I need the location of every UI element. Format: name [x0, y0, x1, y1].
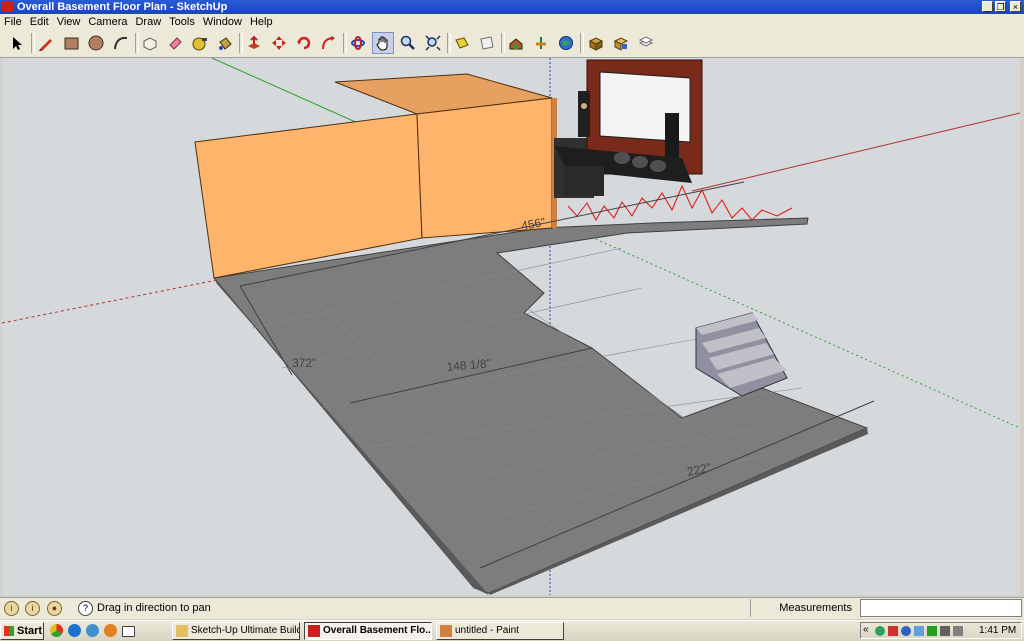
- seat-riser: [564, 166, 604, 196]
- rotate-icon[interactable]: [293, 32, 315, 54]
- user-icon[interactable]: ●: [47, 601, 62, 616]
- ie-icon[interactable]: [68, 624, 81, 637]
- share-model-icon[interactable]: [476, 32, 498, 54]
- main-toolbar: [0, 30, 1024, 58]
- drawing-canvas[interactable]: 456" 372" 148 1/8" 222": [2, 58, 1020, 595]
- circle-icon[interactable]: [85, 32, 107, 54]
- system-tray: « 1:41 PM: [860, 622, 1022, 639]
- zoom-extents-icon[interactable]: [422, 32, 444, 54]
- red-axis-negative: [2, 279, 218, 324]
- make-component-icon[interactable]: [139, 32, 161, 54]
- red-axis: [691, 112, 1020, 192]
- antivirus-icon[interactable]: [888, 626, 898, 636]
- tray-expand-button[interactable]: «: [863, 624, 869, 635]
- arc-icon[interactable]: [110, 32, 132, 54]
- network-icon[interactable]: [875, 626, 885, 636]
- pan-icon[interactable]: [372, 32, 394, 54]
- display-icon[interactable]: [940, 626, 950, 636]
- zoom-icon[interactable]: [397, 32, 419, 54]
- status-hint: Drag in direction to pan: [97, 602, 211, 614]
- select-icon[interactable]: [6, 32, 28, 54]
- menu-help[interactable]: Help: [246, 14, 277, 30]
- search-icon[interactable]: [901, 626, 911, 636]
- folder-icon: [176, 625, 188, 637]
- geo-location-icon[interactable]: i: [4, 601, 19, 616]
- sketchup-window: Overall Basement Floor Plan - SketchUp _…: [0, 0, 1024, 620]
- green-axis: [211, 58, 361, 125]
- status-bar: i i ● ? Drag in direction to pan Measure…: [0, 597, 1024, 619]
- dimension-372: 372": [292, 356, 316, 370]
- task-paint[interactable]: untitled - Paint: [436, 622, 564, 640]
- rectangle-icon[interactable]: [60, 32, 82, 54]
- warehouse-icon[interactable]: [505, 32, 527, 54]
- task-label: Sketch-Up Ultimate Build: [191, 625, 300, 636]
- browser-icon[interactable]: [86, 624, 99, 637]
- menu-bar: File Edit View Camera Draw Tools Window Help: [0, 14, 1024, 30]
- menu-window[interactable]: Window: [199, 14, 246, 30]
- follow-me-icon[interactable]: [318, 32, 340, 54]
- measurements-label: Measurements: [750, 599, 856, 617]
- media-icon[interactable]: [104, 624, 117, 637]
- close-button[interactable]: ×: [1010, 1, 1021, 12]
- left-speaker: [578, 91, 590, 137]
- google-earth-icon[interactable]: [555, 32, 577, 54]
- floor-slab: [213, 217, 869, 594]
- pencil-icon[interactable]: [35, 32, 57, 54]
- start-button[interactable]: Start: [0, 622, 44, 640]
- chrome-icon[interactable]: [50, 624, 63, 637]
- paint-icon: [440, 625, 452, 637]
- components-icon[interactable]: [585, 32, 607, 54]
- menu-camera[interactable]: Camera: [84, 14, 131, 30]
- move-icon[interactable]: [268, 32, 290, 54]
- windows-logo-icon: [4, 626, 14, 636]
- model-view: 456" 372" 148 1/8" 222": [2, 58, 1020, 595]
- bluetooth-icon[interactable]: [914, 626, 924, 636]
- task-label: Overall Basement Flo...: [323, 625, 432, 636]
- start-label: Start: [17, 625, 43, 637]
- sketchup-icon: [308, 625, 320, 637]
- sketchup-app-icon: [2, 1, 13, 12]
- menu-draw[interactable]: Draw: [131, 14, 165, 30]
- clock[interactable]: 1:41 PM: [979, 625, 1016, 636]
- paint-bucket-icon[interactable]: [214, 32, 236, 54]
- menu-tools[interactable]: Tools: [165, 14, 199, 30]
- task-label: untitled - Paint: [455, 625, 519, 636]
- credits-icon[interactable]: i: [25, 601, 40, 616]
- taskbar: Start Sketch-Up Ultimate Build Overall B…: [0, 620, 1024, 641]
- menu-edit[interactable]: Edit: [26, 14, 53, 30]
- measurements-input[interactable]: [860, 599, 1022, 617]
- minimize-button[interactable]: _: [982, 1, 993, 12]
- task-sketchup-active[interactable]: Overall Basement Flo...: [304, 622, 432, 640]
- styles-icon[interactable]: [610, 32, 632, 54]
- tape-measure-icon[interactable]: [189, 32, 211, 54]
- signal-icon[interactable]: [927, 626, 937, 636]
- orbit-icon[interactable]: [347, 32, 369, 54]
- menu-view[interactable]: View: [53, 14, 85, 30]
- add-location-icon[interactable]: [530, 32, 552, 54]
- title-bar[interactable]: Overall Basement Floor Plan - SketchUp _…: [0, 0, 1024, 14]
- push-pull-icon[interactable]: [243, 32, 265, 54]
- show-desktop-icon[interactable]: [122, 626, 135, 637]
- menu-file[interactable]: File: [0, 14, 26, 30]
- restore-button[interactable]: ❐: [995, 1, 1006, 12]
- eraser-icon[interactable]: [164, 32, 186, 54]
- window-title: Overall Basement Floor Plan - SketchUp: [17, 1, 228, 13]
- speaker-icon[interactable]: [953, 626, 963, 636]
- task-sketchup-build[interactable]: Sketch-Up Ultimate Build: [172, 622, 300, 640]
- get-models-icon[interactable]: [451, 32, 473, 54]
- layers-icon[interactable]: [635, 32, 657, 54]
- help-icon[interactable]: ?: [78, 601, 93, 616]
